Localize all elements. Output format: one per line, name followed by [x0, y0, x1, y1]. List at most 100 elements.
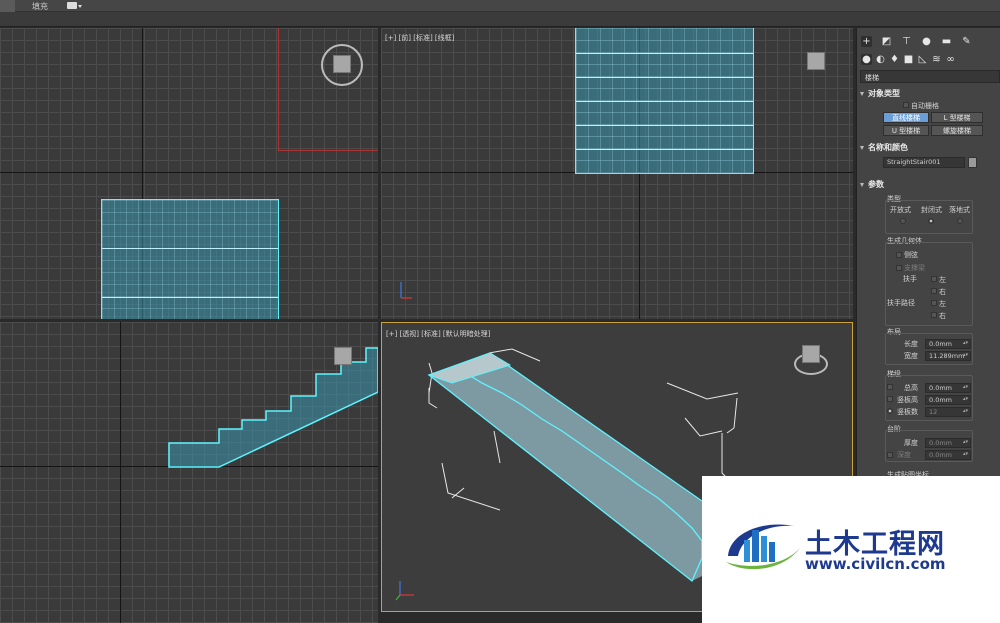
riser-count-label: 竖板数 [897, 408, 918, 416]
box-option-label: 落地式 [949, 206, 970, 214]
depth-label: 深度 [897, 451, 911, 459]
object-name-field[interactable]: StraightStair001 [883, 157, 965, 168]
straight-stair-button[interactable]: 直线楼梯 [883, 112, 929, 123]
rollout-title: 参数 [868, 180, 884, 189]
geometry-icon[interactable]: ● [861, 54, 872, 65]
logo-url: www.civilcn.com [805, 555, 946, 573]
viewcube-icon[interactable] [334, 347, 352, 365]
shapes-icon[interactable]: ◐ [875, 54, 886, 65]
step-line [576, 53, 753, 54]
viewport-top[interactable] [0, 28, 378, 319]
motion-tab-icon[interactable]: ● [921, 36, 932, 47]
handrail-right-label: 右 [939, 288, 946, 296]
path-left-label: 左 [939, 300, 946, 308]
chevron-down-icon [78, 5, 82, 8]
path-right-checkbox[interactable] [931, 312, 937, 318]
menu-bar: 填充 [0, 0, 1000, 12]
depth-checkbox[interactable] [887, 452, 893, 458]
axis-tripod-icon [395, 581, 414, 601]
length-value: 0.0mm [929, 340, 953, 348]
riser-height-label: 竖板高 [897, 396, 918, 404]
bound-line [278, 28, 279, 150]
u-stair-button[interactable]: U 型楼梯 [883, 125, 929, 136]
category-dropdown[interactable]: 楼梯 [860, 70, 1000, 83]
grid-axis-x [0, 172, 378, 173]
stringers-label: 侧弦 [904, 251, 918, 259]
create-tab-icon[interactable]: + [861, 36, 872, 47]
display-dropdown[interactable] [67, 2, 83, 10]
logo-buildings-icon [726, 524, 800, 570]
open-option-label: 开放式 [890, 206, 911, 214]
handrail-right-checkbox[interactable] [931, 288, 937, 294]
helpers-icon[interactable]: ◺ [917, 54, 928, 65]
riser-height-value: 0.0mm [929, 396, 953, 404]
autogrid-checkbox[interactable] [903, 102, 909, 108]
riser-count-value: 12 [929, 408, 938, 416]
overall-label: 总高 [904, 384, 918, 392]
viewport-label[interactable]: [+] [前] [标准] [线框] [385, 33, 454, 43]
lock-riser-ht-icon[interactable] [887, 396, 893, 402]
step-line [576, 77, 753, 78]
handrail-path-label: 扶手路径 [887, 299, 915, 307]
rollout-title: 名称和颜色 [868, 143, 908, 152]
cameras-icon[interactable]: ■ [903, 54, 914, 65]
closed-option-label: 封闭式 [921, 206, 942, 214]
fill-label[interactable]: 填充 [32, 1, 48, 12]
hierarchy-tab-icon[interactable]: ⊤ [901, 36, 912, 47]
riser-count-spinner[interactable]: 12 ▴▾ [925, 407, 971, 417]
watermark-logo: 土木工程网 www.civilcn.com [702, 476, 1000, 623]
axis-tripod-icon [400, 282, 412, 299]
width-label: 宽度 [904, 352, 918, 360]
stair-plane-front[interactable] [575, 28, 754, 174]
width-value: 11.289mm [929, 352, 965, 360]
overall-value: 0.0mm [929, 384, 953, 392]
spiral-stair-button[interactable]: 螺旋楼梯 [931, 125, 983, 136]
viewport-left[interactable] [0, 322, 378, 623]
riser-height-spinner[interactable]: 0.0mm ▴▾ [925, 395, 971, 405]
viewcube-icon[interactable] [807, 52, 825, 70]
length-spinner[interactable]: 0.0mm ▴▾ [925, 339, 971, 349]
rollout-parameters[interactable]: 参数 [860, 179, 1000, 190]
step-line [576, 101, 753, 102]
path-right-label: 右 [939, 312, 946, 320]
systems-icon[interactable]: ∞ [945, 54, 956, 65]
utilities-tab-icon[interactable]: ✎ [961, 36, 972, 47]
lock-riser-ct-icon[interactable] [887, 408, 893, 414]
box-radio[interactable] [957, 218, 963, 224]
viewcube-icon[interactable] [333, 55, 351, 73]
spacewarps-icon[interactable]: ≋ [931, 54, 942, 65]
carriage-label: 支撑梁 [904, 264, 925, 272]
lights-icon[interactable]: ♦ [889, 54, 900, 65]
carriage-checkbox[interactable] [896, 265, 902, 271]
handrail-label: 扶手 [903, 275, 917, 283]
viewport-front[interactable]: [+] [前] [标准] [线框] [381, 28, 853, 319]
overall-spinner[interactable]: 0.0mm ▴▾ [925, 383, 971, 393]
open-radio[interactable] [900, 218, 906, 224]
step-line [576, 149, 753, 150]
path-left-checkbox[interactable] [931, 300, 937, 306]
toolbar-strip [0, 12, 1000, 27]
viewcube-icon[interactable] [802, 345, 820, 363]
width-spinner[interactable]: 11.289mm ▴▾ [925, 351, 971, 361]
display-tab-icon[interactable]: ▬ [941, 36, 952, 47]
stair-profile[interactable] [0, 322, 378, 623]
rollout-name-color[interactable]: 名称和颜色 [860, 142, 1000, 153]
thickness-spinner[interactable]: 0.0mm ▴▾ [925, 438, 971, 448]
handrail-left-label: 左 [939, 276, 946, 284]
bound-line [278, 150, 378, 151]
lock-overall-icon[interactable] [887, 384, 893, 390]
stair-plane-top[interactable] [101, 199, 279, 319]
rollout-title: 对象类型 [868, 89, 900, 98]
thickness-label: 厚度 [904, 439, 918, 447]
handrail-left-checkbox[interactable] [931, 276, 937, 282]
stringers-checkbox[interactable] [896, 252, 902, 258]
modify-tab-icon[interactable]: ◩ [881, 36, 892, 47]
closed-radio[interactable] [928, 218, 934, 224]
depth-spinner[interactable]: 0.0mm ▴▾ [925, 450, 971, 460]
l-stair-button[interactable]: L 型楼梯 [931, 112, 983, 123]
length-label: 长度 [904, 340, 918, 348]
menu-tab[interactable] [0, 0, 15, 12]
object-color-swatch[interactable] [968, 157, 977, 168]
rollout-object-type[interactable]: 对象类型 [860, 88, 1000, 99]
command-tabs: + ◩ ⊤ ● ▬ ✎ [857, 33, 1000, 50]
